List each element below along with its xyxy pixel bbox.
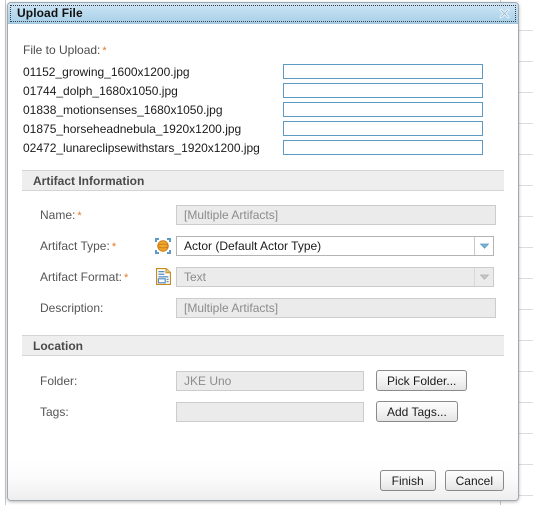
description-row: Description: [Multiple Artifacts]	[8, 292, 518, 323]
file-rename-input[interactable]	[283, 83, 483, 98]
dialog-footer: Finish Cancel	[8, 460, 518, 500]
file-rename-input[interactable]	[283, 64, 483, 79]
file-rename-input[interactable]	[283, 102, 483, 117]
finish-button[interactable]: Finish	[379, 470, 436, 491]
artifact-type-row: Artifact Type: * Actor (Default Actor Typ…	[8, 230, 518, 261]
file-rename-input[interactable]	[283, 140, 483, 155]
description-field[interactable]: [Multiple Artifacts]	[176, 297, 496, 318]
file-rename-input[interactable]	[283, 121, 483, 136]
close-icon[interactable]	[497, 6, 512, 21]
file-to-upload-section: File to Upload: * 01152_growing_1600x1200…	[8, 24, 518, 157]
description-label: Description:	[40, 300, 104, 315]
name-row: Name: * [Multiple Artifacts]	[8, 199, 518, 230]
artifact-type-label: Artifact Type: *	[8, 239, 153, 253]
folder-label: Folder:	[40, 373, 78, 388]
folder-row: Folder: JKE Uno Pick Folder...	[8, 365, 518, 396]
file-name: 01152_growing_1600x1200.jpg	[23, 64, 190, 79]
file-row: 01152_growing_1600x1200.jpg	[8, 62, 518, 81]
upload-file-dialog: Upload File File to Upload: * 01152_growi…	[7, 2, 519, 501]
artifact-format-value: Text	[184, 269, 207, 284]
tags-row: Tags: Add Tags...	[8, 396, 518, 427]
name-field[interactable]: [Multiple Artifacts]	[176, 204, 496, 225]
tags-label: Tags:	[40, 404, 69, 419]
actor-type-icon	[153, 237, 173, 254]
artifact-information-header-text: Artifact Information	[33, 173, 145, 188]
file-row: 01875_horseheadnebula_1920x1200.jpg	[8, 119, 518, 138]
file-name: 01838_motionsenses_1680x1050.jpg	[23, 102, 223, 117]
titlebar-focus-outline	[10, 5, 516, 22]
required-marker: *	[77, 209, 82, 222]
artifact-format-row: Artifact Format: * Text	[8, 261, 518, 292]
chevron-down-icon	[474, 267, 493, 286]
background-left-edge	[0, 0, 6, 505]
required-marker: *	[111, 240, 117, 253]
dialog-title: Upload File	[17, 6, 83, 20]
artifact-type-combo[interactable]: Actor (Default Actor Type)	[176, 235, 494, 256]
tags-field[interactable]	[176, 401, 364, 422]
artifact-format-label-text: Artifact Format:	[40, 269, 123, 284]
artifact-type-value: Actor (Default Actor Type)	[184, 238, 322, 253]
artifact-format-combo[interactable]: Text	[176, 266, 494, 287]
file-name: 01875_horseheadnebula_1920x1200.jpg	[23, 121, 242, 136]
name-label: Name: *	[8, 208, 153, 222]
cancel-button[interactable]: Cancel	[444, 470, 504, 491]
file-to-upload-label: File to Upload: *	[8, 43, 518, 57]
text-document-icon	[153, 268, 173, 285]
required-marker: *	[102, 45, 107, 57]
file-to-upload-label-text: File to Upload:	[23, 43, 101, 57]
add-tags-button[interactable]: Add Tags...	[376, 401, 458, 422]
required-marker: *	[124, 271, 129, 284]
file-row: 01838_motionsenses_1680x1050.jpg	[8, 100, 518, 119]
location-header: Location	[22, 335, 504, 356]
location-header-text: Location	[33, 338, 83, 353]
file-row: 02472_lunareclipsewithstars_1920x1200.jp…	[8, 138, 518, 157]
file-name: 02472_lunareclipsewithstars_1920x1200.jp…	[23, 140, 260, 155]
file-name: 01744_dolph_1680x1050.jpg	[23, 83, 178, 98]
pick-folder-button[interactable]: Pick Folder...	[376, 370, 468, 391]
chevron-down-icon[interactable]	[474, 236, 493, 255]
dialog-titlebar[interactable]: Upload File	[8, 3, 518, 24]
dialog-body: File to Upload: * 01152_growing_1600x1200…	[8, 24, 518, 461]
artifact-information-header: Artifact Information	[22, 170, 504, 191]
artifact-type-label-text: Artifact Type:	[40, 238, 110, 253]
artifact-format-label: Artifact Format: *	[8, 270, 153, 284]
file-list: 01152_growing_1600x1200.jpg 01744_dolph_…	[8, 62, 518, 157]
name-label-text: Name:	[40, 207, 76, 222]
folder-field[interactable]: JKE Uno	[176, 370, 364, 391]
file-row: 01744_dolph_1680x1050.jpg	[8, 81, 518, 100]
